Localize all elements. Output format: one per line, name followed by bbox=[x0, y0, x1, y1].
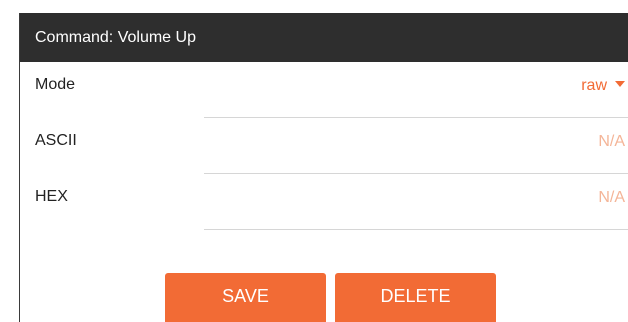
ascii-row: ASCII N/A bbox=[20, 118, 628, 174]
hex-field[interactable]: N/A bbox=[598, 189, 625, 207]
hex-row: HEX N/A bbox=[20, 174, 628, 230]
ascii-label: ASCII bbox=[35, 132, 77, 149]
hex-divider bbox=[204, 229, 628, 230]
hex-label: HEX bbox=[35, 188, 68, 205]
caret-down-icon bbox=[615, 80, 625, 87]
panel-title: Command: Volume Up bbox=[35, 29, 196, 46]
save-button[interactable]: SAVE bbox=[165, 273, 326, 322]
delete-button[interactable]: DELETE bbox=[335, 273, 496, 322]
ascii-field[interactable]: N/A bbox=[598, 133, 625, 151]
mode-row: Mode raw bbox=[20, 62, 628, 118]
mode-value: raw bbox=[581, 77, 607, 94]
mode-select[interactable]: raw bbox=[581, 77, 625, 95]
mode-label: Mode bbox=[35, 76, 76, 93]
panel-header: Command: Volume Up bbox=[20, 13, 628, 62]
command-panel: Command: Volume Up Mode raw ASCII N/A HE… bbox=[19, 13, 628, 322]
